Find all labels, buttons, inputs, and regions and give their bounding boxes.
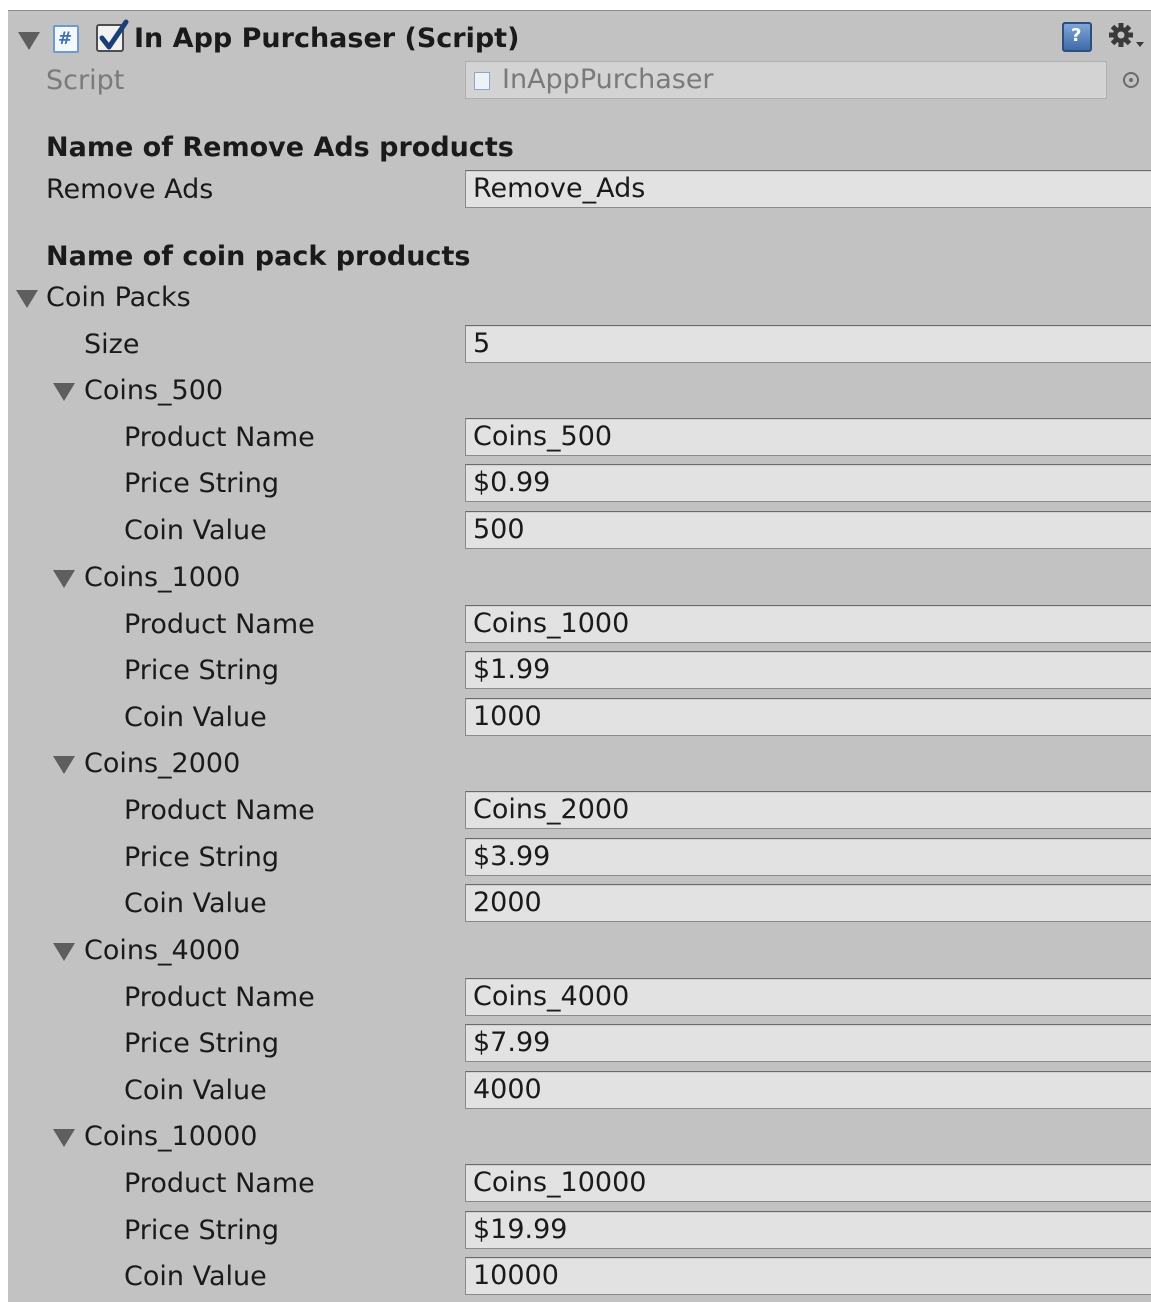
coin-value-label: Coin Value: [124, 1261, 267, 1292]
coin-value-field[interactable]: 2000: [465, 884, 1151, 922]
component-enabled-checkbox[interactable]: [96, 19, 129, 52]
help-book-icon[interactable]: ?: [1062, 22, 1092, 52]
product-name-field[interactable]: Coins_4000: [465, 978, 1151, 1016]
remove-ads-label: Remove Ads: [46, 174, 214, 205]
pack-foldout-arrow[interactable]: [53, 756, 75, 774]
price-string-field[interactable]: $19.99: [465, 1211, 1151, 1249]
price-string-label: Price String: [124, 1215, 280, 1246]
script-field-value: InAppPurchaser: [502, 64, 714, 95]
pack-name: Coins_1000: [84, 562, 241, 593]
price-string-label: Price String: [124, 468, 280, 499]
coin-value-label: Coin Value: [124, 515, 267, 546]
coin-packs-foldout-arrow[interactable]: [16, 290, 38, 308]
pack-foldout-arrow[interactable]: [53, 383, 75, 401]
pack-foldout-arrow[interactable]: [53, 570, 75, 588]
size-label: Size: [84, 329, 140, 360]
coin-value-field[interactable]: 4000: [465, 1071, 1151, 1109]
coin-value-label: Coin Value: [124, 702, 267, 733]
coin-value-field[interactable]: 500: [465, 511, 1151, 549]
product-name-field[interactable]: Coins_500: [465, 418, 1151, 456]
pack-name: Coins_10000: [84, 1121, 258, 1152]
pack-name: Coins_4000: [84, 935, 241, 966]
gear-icon[interactable]: [1108, 22, 1146, 52]
script-field: InAppPurchaser: [465, 61, 1107, 99]
price-string-field[interactable]: $0.99: [465, 464, 1151, 502]
coin-value-label: Coin Value: [124, 888, 267, 919]
product-name-label: Product Name: [124, 1168, 315, 1199]
price-string-label: Price String: [124, 1028, 280, 1059]
price-string-label: Price String: [124, 842, 280, 873]
product-name-field[interactable]: Coins_2000: [465, 791, 1151, 829]
price-string-field[interactable]: $3.99: [465, 838, 1151, 876]
price-string-label: Price String: [124, 655, 280, 686]
remove-ads-field[interactable]: Remove_Ads: [465, 170, 1151, 208]
product-name-field[interactable]: Coins_10000: [465, 1164, 1151, 1202]
coin-value-field[interactable]: 10000: [465, 1257, 1151, 1295]
inspector-panel: # In App Purchaser (Script) ? Script InA…: [8, 10, 1151, 1302]
price-string-field[interactable]: $1.99: [465, 651, 1151, 689]
component-foldout-arrow[interactable]: [18, 32, 40, 50]
product-name-label: Product Name: [124, 422, 315, 453]
product-name-label: Product Name: [124, 795, 315, 826]
script-label: Script: [46, 65, 125, 96]
remove-ads-header: Name of Remove Ads products: [46, 132, 514, 163]
product-name-label: Product Name: [124, 982, 315, 1013]
coin-packs-header: Name of coin pack products: [46, 241, 471, 272]
csharp-script-small-icon: [474, 72, 490, 90]
price-string-field[interactable]: $7.99: [465, 1024, 1151, 1062]
pack-name: Coins_500: [84, 375, 224, 406]
coin-packs-label: Coin Packs: [46, 282, 191, 313]
pack-foldout-arrow[interactable]: [53, 943, 75, 961]
product-name-label: Product Name: [124, 609, 315, 640]
size-field[interactable]: 5: [465, 325, 1151, 363]
product-name-field[interactable]: Coins_1000: [465, 605, 1151, 643]
coin-value-label: Coin Value: [124, 1075, 267, 1106]
coin-value-field[interactable]: 1000: [465, 698, 1151, 736]
checkmark-icon: [99, 19, 129, 50]
component-title: In App Purchaser (Script): [134, 23, 520, 54]
object-picker-icon[interactable]: [1123, 72, 1139, 88]
pack-foldout-arrow[interactable]: [53, 1129, 75, 1147]
pack-name: Coins_2000: [84, 748, 241, 779]
csharp-script-icon: #: [53, 25, 79, 53]
